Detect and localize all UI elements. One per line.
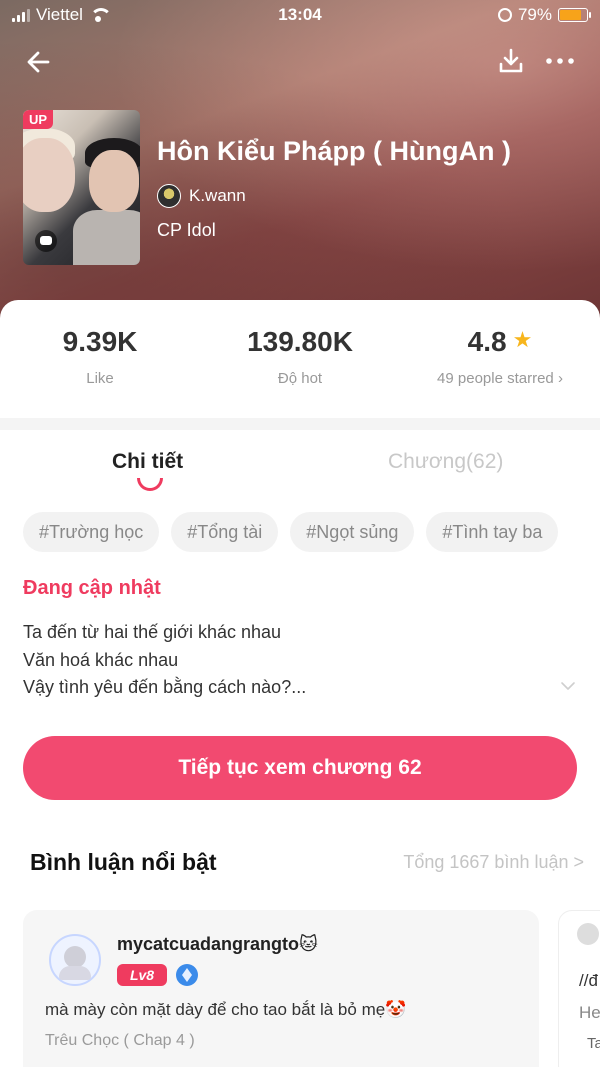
comment-text: mà mày còn mặt dày để cho tao bắt là bỏ … (45, 1000, 407, 1019)
arrow-left-icon (27, 51, 50, 73)
avatar[interactable] (577, 923, 599, 945)
comment-text: //đ (579, 971, 598, 990)
section-divider (0, 418, 600, 430)
story-title: Hôn Kiểu Phápp ( HùngAn ) (157, 136, 511, 166)
all-comments-link[interactable]: Tổng 1667 bình luận > (403, 852, 584, 873)
description-line: Văn hoá khác nhau (23, 649, 179, 670)
status-bar: Viettel 13:04 79% (0, 0, 600, 32)
tag-list: #Trường học #Tổng tài #Ngọt sủng #Tình t… (23, 512, 600, 552)
rating-label: 49 people starred (437, 370, 554, 387)
download-button[interactable] (494, 44, 528, 78)
back-button[interactable] (22, 44, 58, 80)
tag-chip[interactable]: #Tổng tài (171, 512, 279, 552)
likes-value: 9.39K (62, 326, 138, 357)
author-link[interactable]: K.wann (157, 184, 246, 208)
hot-label: Độ hot (277, 370, 323, 387)
hot-value: 139.80K (247, 326, 353, 357)
diamond-icon (176, 964, 198, 986)
update-status: Đang cập nhật (23, 577, 161, 599)
description-line: Vậy tình yêu đến bằng cách nào?... (23, 677, 307, 697)
comment-card[interactable]: //đ He Ta (558, 910, 600, 1067)
battery-icon (558, 8, 591, 22)
battery-percent: 79% (517, 5, 552, 24)
chevron-down-icon (561, 682, 575, 690)
stat-likes: 9.39K Like (40, 326, 160, 387)
author-name: K.wann (189, 186, 246, 205)
expand-button[interactable] (558, 676, 578, 696)
star-icon: ★ (512, 327, 533, 352)
story-cover[interactable]: UP (23, 110, 140, 265)
story-description[interactable]: Ta đến từ hai thế giới khác nhau Văn hoá… (23, 619, 543, 702)
update-badge: UP (23, 110, 54, 129)
likes-label: Like (86, 370, 114, 387)
description-line: Ta đến từ hai thế giới khác nhau (23, 622, 282, 642)
more-button[interactable] (542, 44, 578, 78)
comment-source[interactable]: Ta (587, 1035, 600, 1052)
stat-hot: 139.80K Độ hot (220, 326, 380, 387)
tag-chip[interactable]: #Tình tay ba (426, 512, 559, 552)
tab-detail[interactable]: Chi tiết (112, 450, 183, 474)
comment-username[interactable]: mycatcuadangrangto🐱 (117, 934, 318, 955)
rating-value: 4.8 (467, 326, 507, 357)
stat-rating[interactable]: 4.8 ★ 49 people starred › (420, 326, 580, 387)
author-avatar (157, 184, 181, 208)
comment-card[interactable]: mycatcuadangrangto🐱 Lv8 mà mày còn mặt d… (23, 910, 539, 1067)
more-dots-icon (546, 58, 574, 64)
download-icon (499, 48, 523, 73)
comments-heading: Bình luận nổi bật (30, 849, 217, 875)
chat-icon (35, 230, 57, 252)
continue-reading-button[interactable]: Tiếp tục xem chương 62 (23, 736, 577, 800)
comment-source[interactable]: Trêu Chọc ( Chap 4 ) (45, 1032, 195, 1050)
avatar[interactable] (49, 934, 101, 986)
tag-chip[interactable]: #Ngọt sủng (290, 512, 415, 552)
comment-text: He (579, 1003, 600, 1022)
chevron-right-icon: › (557, 370, 563, 387)
story-category[interactable]: CP Idol (157, 220, 216, 241)
tab-chapters[interactable]: Chương(62) (388, 450, 503, 474)
tag-chip[interactable]: #Trường học (23, 512, 160, 552)
rotation-lock-icon (497, 8, 512, 22)
level-badge: Lv8 (117, 964, 167, 986)
